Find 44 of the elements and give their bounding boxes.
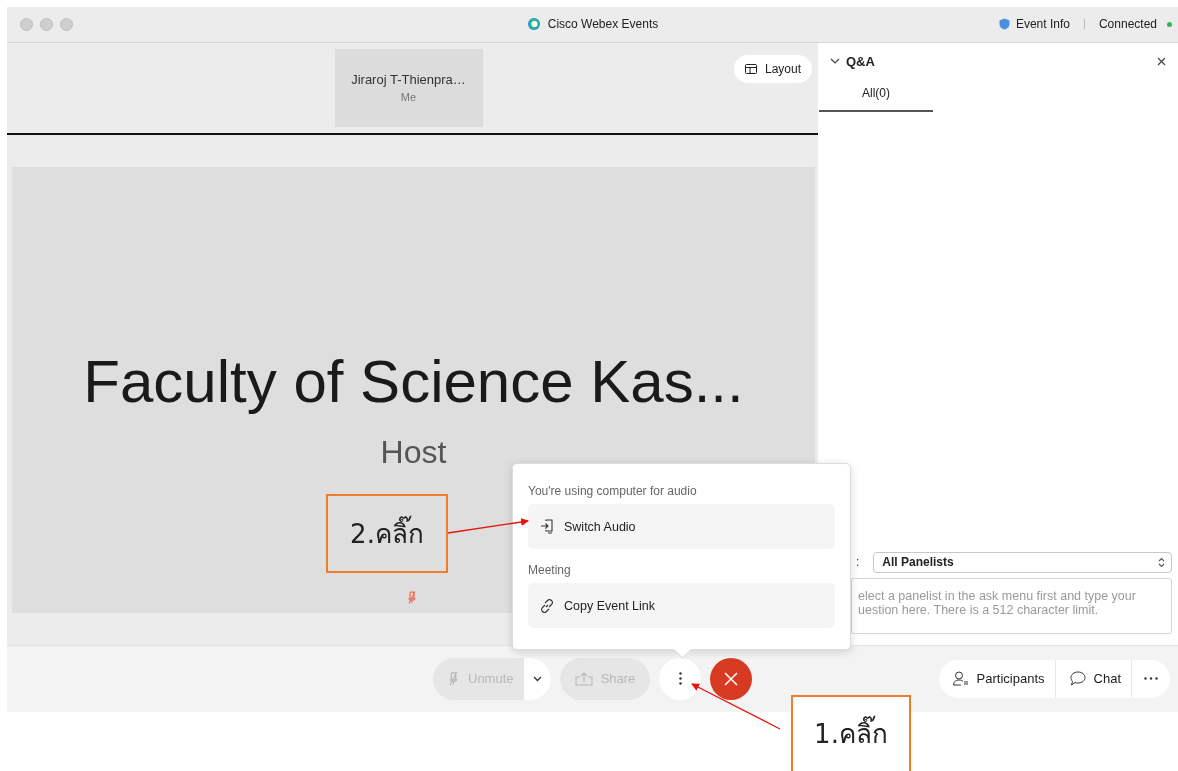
speech-bubble-icon — [1069, 671, 1086, 687]
event-info-link[interactable]: Event Info — [1015, 17, 1070, 32]
muted-microphone-icon — [449, 671, 458, 687]
share-icon — [574, 671, 593, 686]
close-window-button[interactable] — [20, 17, 33, 31]
vertical-dots-icon — [678, 672, 682, 686]
person-icon — [952, 671, 969, 687]
layout-icon — [744, 63, 757, 74]
ask-select[interactable]: All Panelists — [873, 551, 1172, 573]
menu-item[interactable]: Copy Event Link — [528, 583, 835, 628]
participant-label: Me — [400, 91, 417, 104]
callout-box: 1.คลิ๊ก — [791, 695, 911, 771]
more-options-button[interactable] — [659, 657, 701, 700]
connection-status: Connected — [1098, 17, 1157, 32]
slide-title: Faculty of Science Kas... — [83, 346, 744, 416]
close-icon[interactable] — [1157, 57, 1166, 67]
up-down-arrows-icon — [1158, 556, 1165, 568]
shield-icon — [998, 18, 1010, 31]
panel-title: Q&A — [846, 54, 875, 70]
logo-icon — [526, 17, 541, 32]
participants-button[interactable]: Participants — [938, 659, 1056, 698]
switch-audio-icon — [540, 519, 554, 534]
question-field[interactable]: elect a panelist in the ask menu first and type your uestion here. There is a 512 character limit. — [851, 577, 1172, 634]
menu-section-heading: You're using computer for audio — [528, 484, 698, 498]
menu-item[interactable]: Switch Audio — [528, 504, 835, 549]
menu-section-heading: Meeting — [528, 563, 572, 577]
close-icon — [724, 671, 738, 686]
minimize-window-button[interactable] — [40, 17, 53, 31]
chat-button[interactable]: Chat — [1055, 659, 1132, 698]
menu-item-label: Switch Audio — [564, 519, 636, 534]
participant-name: Jiraroj T-Thienpra… — [351, 72, 466, 88]
slide-subtitle: Host — [380, 433, 447, 471]
participant-thumbnail[interactable]: Jiraroj T-Thienpra… Me — [334, 48, 483, 127]
ask-label: : — [856, 555, 860, 570]
menu-item-label: Copy Event Link — [564, 598, 656, 613]
horizontal-dots-icon — [1144, 677, 1158, 681]
link-icon — [540, 598, 554, 613]
panel-tab[interactable]: All(0) — [819, 80, 933, 112]
window-title: Cisco Webex Events — [547, 17, 659, 32]
zoom-window-button[interactable] — [60, 17, 73, 31]
callout-box: 2.คลิ๊ก — [326, 494, 448, 573]
layout-button[interactable]: Layout — [733, 54, 812, 83]
end-call-button[interactable] — [710, 657, 752, 700]
chevron-icon[interactable] — [830, 58, 840, 66]
